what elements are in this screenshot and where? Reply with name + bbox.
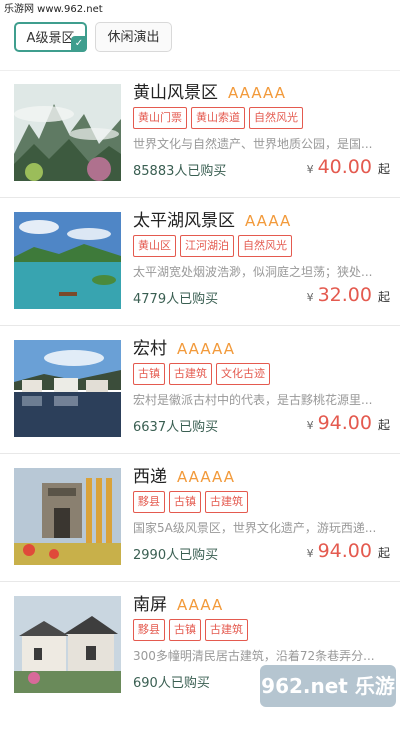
filter-a-level[interactable]: A级景区 ✓	[14, 22, 87, 52]
item-title: 黄山风景区 AAAAA	[133, 78, 286, 103]
item-price: ¥94.00 起	[307, 540, 390, 562]
filter-leisure-show-label: 休闲演出	[107, 30, 160, 45]
item-description: 国家5A级风景区，世界文化遗产，游玩西递...	[133, 521, 377, 535]
tag: 古建筑	[169, 363, 212, 385]
item-price: ¥40.00 起	[307, 156, 390, 178]
item-name: 西递	[133, 467, 167, 487]
price-value: 32.00	[317, 284, 372, 306]
item-sold-count: 85883人已购买	[133, 164, 227, 179]
tag: 古镇	[169, 491, 201, 513]
price-value: 40.00	[317, 156, 372, 178]
item-sold-count: 6637人已购买	[133, 420, 219, 435]
price-value: 94.00	[317, 412, 372, 434]
item-level: AAAAA	[228, 84, 286, 102]
item-name: 南屏	[133, 595, 167, 615]
thumbnail-image	[14, 340, 121, 437]
thumbnail-image	[14, 596, 121, 693]
item-price: ¥32.00 起	[307, 284, 390, 306]
watermark-bottom: 962.net 乐游网	[260, 665, 396, 740]
price-suffix: 起	[377, 418, 390, 432]
watermark-top: 乐游网 www.962.net	[0, 0, 400, 20]
item-sold-count: 4779人已购买	[133, 292, 219, 307]
tag: 黄山门票	[133, 107, 187, 129]
price-suffix: 起	[377, 162, 390, 176]
item-description: 世界文化与自然遗产、世界地质公园，是国...	[133, 137, 373, 151]
price-suffix: 起	[377, 290, 390, 304]
item-title: 南屏 AAAA	[133, 590, 223, 615]
currency-symbol: ¥	[306, 419, 314, 432]
tag: 江河湖泊	[180, 235, 234, 257]
tag: 古建筑	[205, 491, 248, 513]
item-description: 300多幢明清民居古建筑，沿着72条巷弄分...	[133, 649, 375, 663]
check-icon: ✓	[71, 36, 87, 52]
thumbnail-image	[14, 212, 121, 309]
item-name: 黄山风景区	[133, 83, 218, 103]
tag: 自然风光	[249, 107, 303, 129]
filter-a-level-label: A级景区	[26, 31, 75, 46]
item-level: AAAAA	[177, 340, 235, 358]
item-name: 宏村	[133, 339, 167, 359]
currency-symbol: ¥	[306, 547, 314, 560]
item-tags: 古镇 古建筑 文化古迹	[133, 362, 274, 385]
thumbnail-image	[14, 84, 121, 181]
filter-bar: A级景区 ✓ 休闲演出	[0, 20, 400, 71]
item-description: 宏村是徽派古村中的代表，是古黟桃花源里...	[133, 393, 373, 407]
item-title: 太平湖风景区 AAAA	[133, 206, 291, 231]
tag: 自然风光	[238, 235, 292, 257]
item-title: 宏村 AAAAA	[133, 334, 235, 359]
item-description: 太平湖宽处烟波浩渺，似洞庭之坦荡；狭处...	[133, 265, 373, 279]
list-item[interactable]: 黄山风景区 AAAAA 黄山门票 黄山索道 自然风光 世界文化与自然遗产、世界地质公园…	[0, 70, 400, 198]
item-sold-count: 690人已购买	[133, 676, 210, 691]
tag: 古建筑	[205, 619, 248, 641]
item-tags: 黟县 古镇 古建筑	[133, 490, 252, 513]
list-item[interactable]: 西递 AAAAA 黟县 古镇 古建筑 国家5A级风景区，世界文化遗产，游玩西递... …	[0, 454, 400, 582]
currency-symbol: ¥	[306, 291, 314, 304]
item-title: 西递 AAAAA	[133, 462, 235, 487]
item-name: 太平湖风景区	[133, 211, 235, 231]
item-level: AAAA	[177, 596, 224, 614]
item-tags: 黟县 古镇 古建筑	[133, 618, 252, 641]
item-price: ¥94.00 起	[307, 412, 390, 434]
tag: 黄山区	[133, 235, 176, 257]
item-sold-count: 2990人已购买	[133, 548, 219, 563]
list-item[interactable]: 太平湖风景区 AAAA 黄山区 江河湖泊 自然风光 太平湖宽处烟波浩渺，似洞庭之坦荡；…	[0, 198, 400, 326]
tag: 古镇	[133, 363, 165, 385]
item-level: AAAAA	[177, 468, 235, 486]
price-value: 94.00	[317, 540, 372, 562]
tag: 黟县	[133, 619, 165, 641]
filter-leisure-show[interactable]: 休闲演出	[95, 22, 172, 52]
item-tags: 黄山区 江河湖泊 自然风光	[133, 234, 296, 257]
item-level: AAAA	[245, 212, 292, 230]
price-suffix: 起	[377, 546, 390, 560]
tag: 黄山索道	[191, 107, 245, 129]
tag: 文化古迹	[216, 363, 270, 385]
tag: 黟县	[133, 491, 165, 513]
thumbnail-image	[14, 468, 121, 565]
tag: 古镇	[169, 619, 201, 641]
list-item[interactable]: 宏村 AAAAA 古镇 古建筑 文化古迹 宏村是徽派古村中的代表，是古黟桃花源里...…	[0, 326, 400, 454]
currency-symbol: ¥	[306, 163, 314, 176]
item-tags: 黄山门票 黄山索道 自然风光	[133, 106, 307, 129]
